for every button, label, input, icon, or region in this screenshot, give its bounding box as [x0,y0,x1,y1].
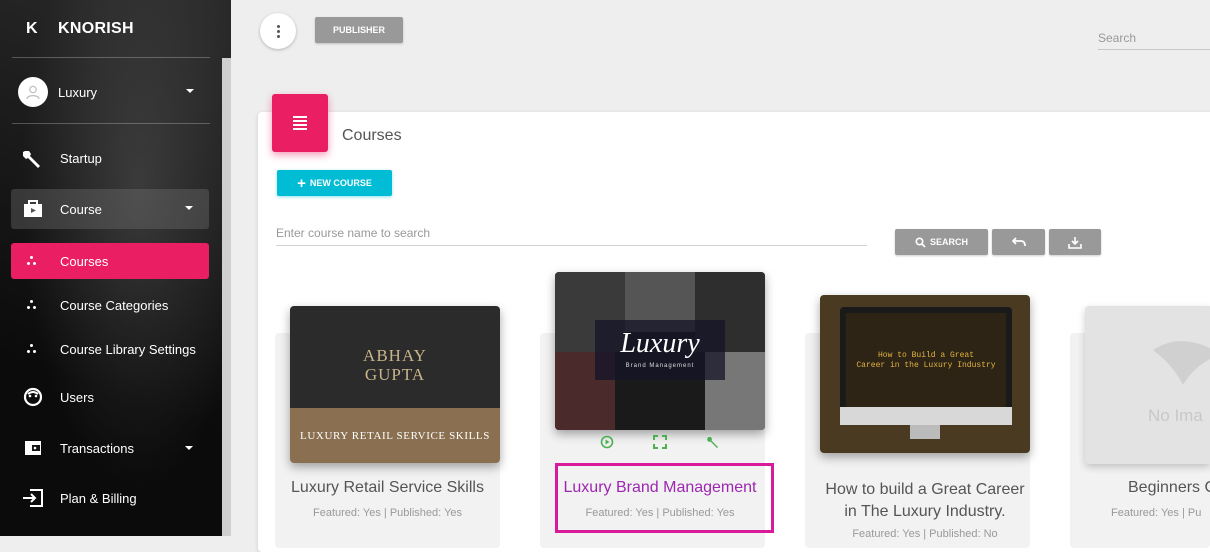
brand-name: KNORISH [58,19,134,37]
login-icon [21,489,45,507]
thumb-text: Luxury [620,328,700,359]
sidebar-item-plan-billing[interactable]: Plan & Billing [11,479,209,517]
thumb-text: ABHAY [363,346,427,365]
course-thumbnail[interactable]: No Ima [1085,306,1210,464]
course-meta: Featured: Yes | Pu [1111,507,1202,519]
user-name: Luxury [58,84,98,100]
course-title[interactable]: Luxury Retail Service Skills [275,479,500,497]
sidebar-item-course-library-settings[interactable]: Course Library Settings [11,330,209,368]
page-title: Courses [342,127,402,144]
dots-icon [23,256,41,266]
sidebar-item-course-categories[interactable]: Course Categories [11,286,209,324]
sidebar-item-startup[interactable]: Startup [11,139,209,177]
wrench-icon [21,147,45,169]
brand[interactable]: K KNORISH [0,0,222,57]
sidebar-item-label: Plan & Billing [60,490,137,506]
list-icon [272,94,328,152]
search-button-label: SEARCH [929,237,968,247]
thumb-text: Brand Management [625,363,695,369]
course-title[interactable]: Beginners C [1128,479,1210,497]
undo-icon [1011,237,1026,247]
sidebar-scrollbar[interactable] [222,58,231,536]
course-title-line: How to build a Great Career [825,481,1025,498]
course-title[interactable]: How to build a Great Career in The Luxur… [805,479,1045,523]
sidebar-item-label: Course Library Settings [60,341,196,357]
course-meta: Featured: Yes | Published: No [852,528,998,540]
divider [12,123,210,124]
thumb-text: GUPTA [364,365,426,384]
publisher-button[interactable]: PUBLISHER [315,17,403,43]
sidebar-item-label: Startup [60,150,102,166]
selection-highlight [555,463,774,533]
wallet-icon [21,439,45,457]
fullscreen-icon[interactable] [653,435,667,449]
dots-icon [23,300,41,310]
dots-icon [23,344,41,354]
sidebar-item-label: Transactions [60,440,134,456]
chevron-down-icon [185,446,193,450]
thumb-caption: LUXURY RETAIL SERVICE SKILLS [290,408,500,463]
more-options-button[interactable] [260,13,296,49]
course-thumbnail[interactable]: How to Build a Great Career in the Luxur… [820,295,1030,453]
chevron-down-icon [185,206,193,210]
user-menu[interactable]: Luxury [0,72,222,112]
course-thumbnail[interactable]: ABHAY GUPTA LUXURY RETAIL SERVICE SKILLS [290,306,500,463]
brand-initial: K [26,19,38,37]
chevron-down-icon [186,89,194,93]
sidebar-item-label: Users [60,389,94,405]
sidebar-item-transactions[interactable]: Transactions [11,429,209,467]
reset-button[interactable] [992,229,1045,255]
top-search-input[interactable]: Search [1098,26,1210,50]
new-course-label: NEW COURSE [309,178,372,188]
user-icon [26,85,40,100]
sidebar-item-users[interactable]: Users [11,378,209,416]
new-course-button[interactable]: + NEW COURSE [277,170,392,196]
sidebar-item-course[interactable]: Course [11,189,209,229]
course-search-input[interactable]: Enter course name to search [276,220,867,246]
search-button[interactable]: SEARCH [895,229,988,255]
wrench-icon[interactable] [706,435,720,449]
face-icon [21,387,45,407]
sidebar-item-label: Course [60,201,102,217]
course-actions [600,433,720,451]
course-title-line: in The Luxury Industry. [844,503,1006,520]
placeholder-logo-icon [1153,341,1210,385]
sidebar-item-label: Courses [60,253,109,269]
briefcase-play-icon [21,200,45,218]
download-icon [1068,236,1082,249]
avatar [18,77,48,107]
sidebar-item-label: Course Categories [60,297,169,313]
sidebar-item-courses[interactable]: Courses [11,243,209,279]
divider [12,57,210,58]
plus-icon: + [297,174,306,192]
thumb-text: How to Build a Great [877,351,974,360]
course-thumbnail[interactable]: Luxury Brand Management [555,272,765,430]
course-meta: Featured: Yes | Published: Yes [312,507,463,519]
search-icon [915,236,926,248]
sidebar: K KNORISH Luxury Startup Course Courses … [0,0,231,536]
download-button[interactable] [1049,229,1101,255]
play-icon[interactable] [600,435,614,449]
thumb-text: No Ima [1148,406,1203,425]
thumb-text: Career in the Luxury Industry [856,361,996,370]
